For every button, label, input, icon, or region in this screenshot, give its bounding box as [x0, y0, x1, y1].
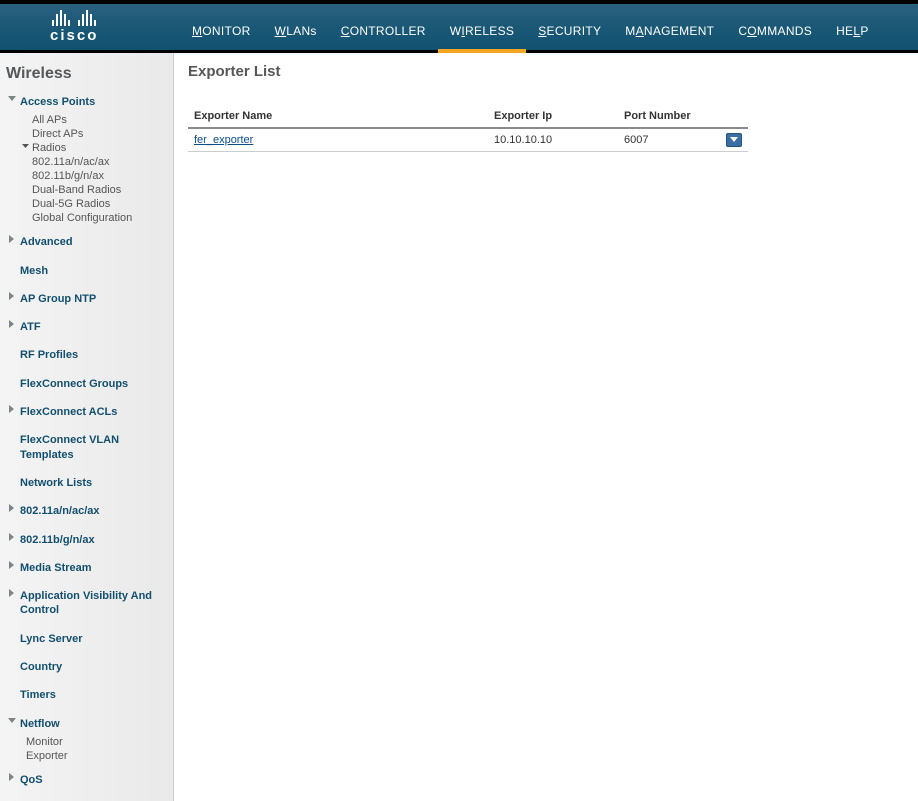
- sub-dual-5g[interactable]: Dual-5G Radios: [32, 197, 169, 211]
- menu-label-band-a: 802.11a/n/ac/ax: [20, 502, 100, 520]
- row-action-dropdown[interactable]: [726, 133, 742, 147]
- menu-access-points[interactable]: Access Points: [6, 91, 169, 113]
- sidebar: Wireless Access Points All APs Direct AP…: [0, 53, 174, 801]
- sidebar-title: Wireless: [0, 61, 173, 89]
- table-row: fer_exporter 10.10.10.10 6007: [188, 128, 748, 152]
- chevron-right-icon: [8, 320, 20, 329]
- menu-flexconnect-groups[interactable]: FlexConnect Groups: [6, 373, 169, 395]
- menu-band-b[interactable]: 802.11b/g/n/ax: [6, 529, 169, 551]
- menu-label-atf: ATF: [20, 318, 41, 336]
- menu-label-flexconnect-acls: FlexConnect ACLs: [20, 403, 117, 421]
- menu-label-avc: Application Visibility And Control: [20, 587, 167, 620]
- menu-network-lists[interactable]: Network Lists: [6, 472, 169, 494]
- col-exporter-name: Exporter Name: [188, 104, 488, 128]
- exporter-name-link[interactable]: fer_exporter: [194, 134, 253, 146]
- menu-label-ap-group-ntp: AP Group NTP: [20, 290, 96, 308]
- cisco-logo-bars: [50, 10, 98, 26]
- nav-monitor[interactable]: MONITOR: [180, 19, 263, 43]
- nav-wireless[interactable]: WIRELESS: [438, 19, 526, 43]
- menu-label-media-stream: Media Stream: [20, 559, 92, 577]
- menu-ap-group-ntp[interactable]: AP Group NTP: [6, 288, 169, 310]
- menu-label-netflow: Netflow: [20, 715, 60, 733]
- sub-all-aps[interactable]: All APs: [32, 113, 169, 127]
- menu-flexconnect-acls[interactable]: FlexConnect ACLs: [6, 401, 169, 423]
- sub-netflow-exporter[interactable]: Exporter: [26, 749, 169, 763]
- menu-label-flexconnect-groups: FlexConnect Groups: [20, 375, 128, 393]
- chevron-right-icon: [8, 589, 20, 598]
- main-container: Wireless Access Points All APs Direct AP…: [0, 53, 918, 801]
- sub-radio-a[interactable]: 802.11a/n/ac/ax: [32, 155, 169, 169]
- chevron-down-icon: [730, 137, 738, 143]
- chevron-right-icon: [8, 504, 20, 513]
- sub-direct-aps[interactable]: Direct APs: [32, 127, 169, 141]
- menu-label-network-lists: Network Lists: [20, 474, 92, 492]
- menu-label-lync: Lync Server: [20, 630, 83, 648]
- exporter-table: Exporter Name Exporter Ip Port Number fe…: [188, 104, 748, 152]
- cisco-logo-text: cisco: [50, 27, 98, 44]
- menu-label-band-b: 802.11b/g/n/ax: [20, 531, 95, 549]
- menu-flexconnect-vlan[interactable]: FlexConnect VLAN Templates: [6, 429, 169, 466]
- sidebar-menu: Access Points All APs Direct APs Radios …: [0, 89, 173, 791]
- nav-help[interactable]: HELP: [824, 19, 881, 43]
- menu-atf[interactable]: ATF: [6, 316, 169, 338]
- menu-lync[interactable]: Lync Server: [6, 628, 169, 650]
- chevron-right-icon: [8, 292, 20, 301]
- menu-qos[interactable]: QoS: [6, 769, 169, 791]
- nav-controller[interactable]: CONTROLLER: [329, 19, 438, 43]
- chevron-right-icon: [8, 773, 20, 782]
- chevron-right-icon: [8, 561, 20, 570]
- chevron-right-icon: [8, 405, 20, 414]
- nav-security[interactable]: SECURITY: [526, 19, 613, 43]
- col-exporter-ip: Exporter Ip: [488, 104, 618, 128]
- chevron-right-icon: [8, 235, 20, 244]
- menu-netflow[interactable]: Netflow: [6, 713, 169, 735]
- chevron-right-icon: [8, 533, 20, 542]
- content-area: Exporter List Exporter Name Exporter Ip …: [174, 53, 918, 801]
- chevron-down-icon: [8, 717, 20, 726]
- menu-label-country: Country: [20, 658, 62, 676]
- sub-radio-b[interactable]: 802.11b/g/n/ax: [32, 169, 169, 183]
- menu-label-flexconnect-vlan: FlexConnect VLAN Templates: [20, 431, 167, 464]
- sub-radios[interactable]: Radios: [32, 141, 66, 155]
- nav-management[interactable]: MANAGEMENT: [613, 19, 726, 43]
- menu-label-access-points: Access Points: [20, 93, 95, 111]
- menu-media-stream[interactable]: Media Stream: [6, 557, 169, 579]
- sub-netflow-monitor[interactable]: Monitor: [26, 735, 169, 749]
- menu-rf-profiles[interactable]: RF Profiles: [6, 344, 169, 366]
- menu-country[interactable]: Country: [6, 656, 169, 678]
- chevron-down-icon: [8, 95, 20, 104]
- page-title: Exporter List: [188, 63, 904, 104]
- chevron-down-icon: [22, 142, 32, 154]
- menu-band-a[interactable]: 802.11a/n/ac/ax: [6, 500, 169, 522]
- menu-label-mesh: Mesh: [20, 262, 48, 280]
- sub-dual-band[interactable]: Dual-Band Radios: [32, 183, 169, 197]
- main-nav: MONITOR WLANs CONTROLLER WIRELESS SECURI…: [180, 4, 881, 50]
- exporter-ip-cell: 10.10.10.10: [488, 128, 618, 152]
- col-port-number: Port Number: [618, 104, 720, 128]
- menu-label-timers: Timers: [20, 686, 56, 704]
- menu-timers[interactable]: Timers: [6, 684, 169, 706]
- menu-label-advanced: Advanced: [20, 233, 73, 251]
- nav-commands[interactable]: COMMANDS: [726, 19, 824, 43]
- sub-global-config[interactable]: Global Configuration: [32, 211, 169, 225]
- top-bar: cisco MONITOR WLANs CONTROLLER WIRELESS …: [0, 0, 918, 53]
- exporter-port-cell: 6007: [618, 128, 720, 152]
- menu-label-qos: QoS: [20, 771, 43, 789]
- cisco-logo: cisco: [50, 10, 98, 44]
- menu-avc[interactable]: Application Visibility And Control: [6, 585, 169, 622]
- menu-label-rf-profiles: RF Profiles: [20, 346, 78, 364]
- menu-advanced[interactable]: Advanced: [6, 231, 169, 253]
- menu-mesh[interactable]: Mesh: [6, 260, 169, 282]
- nav-wlans[interactable]: WLANs: [263, 19, 329, 43]
